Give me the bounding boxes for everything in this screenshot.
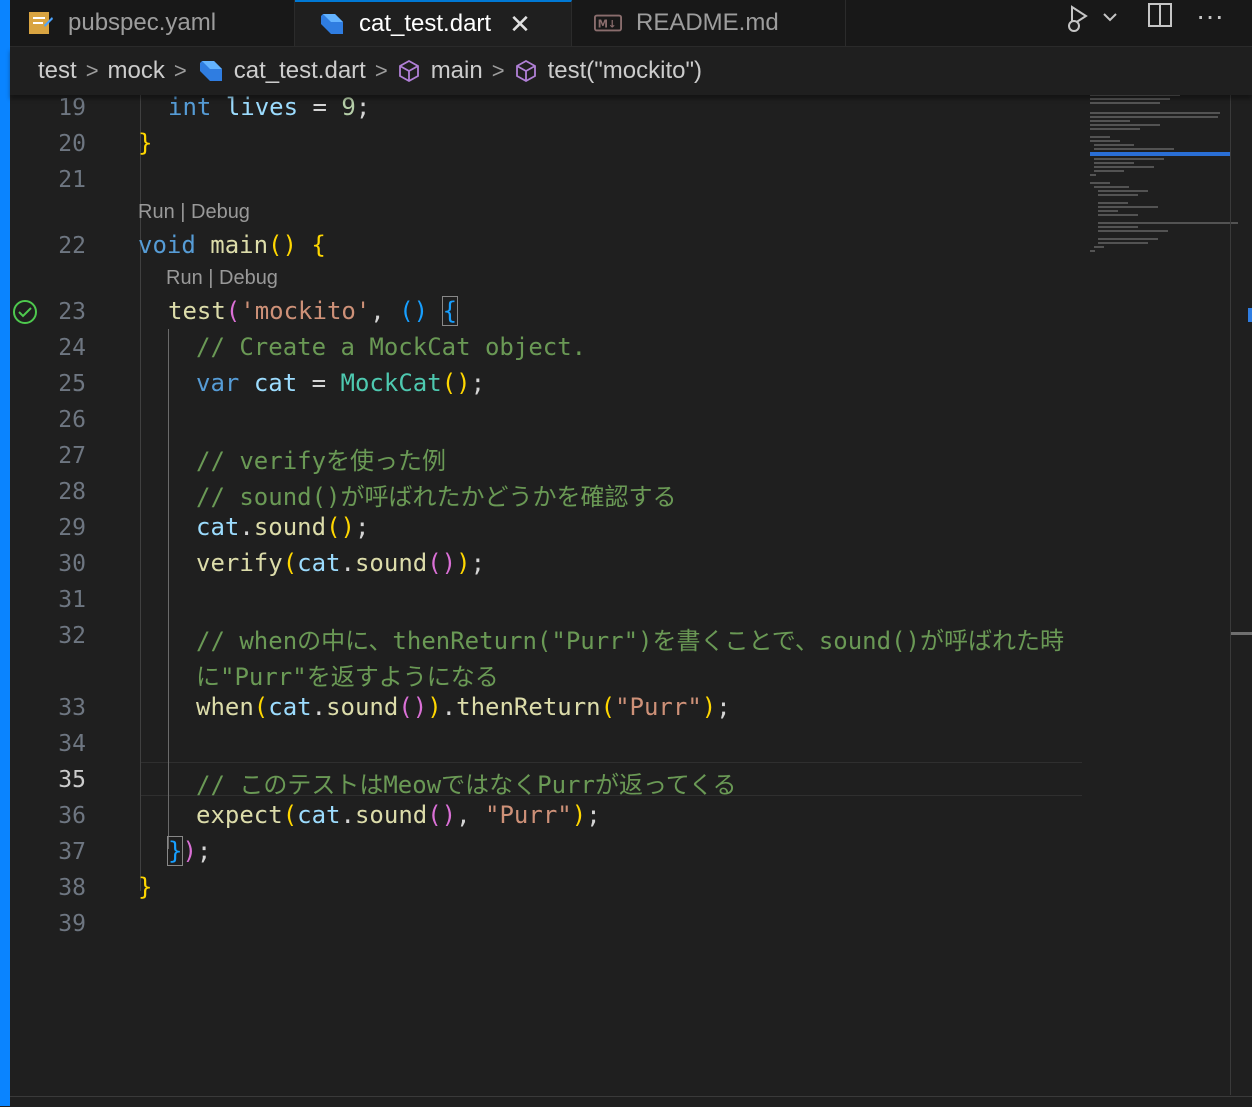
line-number: 33 [58,695,86,721]
breadcrumb-item-file[interactable]: cat_test.dart [196,57,366,85]
code-line: verify(cat.sound()); [196,549,486,577]
horizontal-scrollbar[interactable] [10,1096,1252,1107]
breadcrumb-item-test[interactable]: test [38,57,77,85]
tab-pubspec[interactable]: pubspec.yaml [10,0,295,46]
codelens-run-debug[interactable]: Run | Debug [138,201,250,224]
code-line: } [138,129,153,157]
line-number: 20 [58,131,86,157]
scrollbar-thumb[interactable] [1231,632,1252,635]
tab-cat-test[interactable]: cat_test.dart ✕ [295,0,572,46]
code-comment: // verifyを使った例 [196,447,447,475]
dart-file-icon [317,10,345,38]
chevron-down-icon[interactable] [1100,6,1120,34]
code-line: when(cat.sound()).thenReturn("Purr"); [196,693,731,721]
breadcrumb-item-mock[interactable]: mock [108,57,165,85]
code-line: var cat = MockCat(); [196,369,486,397]
line-number: 25 [58,371,86,397]
code-line: cat.sound(); [196,513,370,541]
markdown-file-icon: M↓ [594,9,622,37]
line-number: 21 [58,167,86,193]
code-comment: に"Purr"を返すようになる [196,663,499,691]
vertical-scrollbar[interactable] [1230,95,1231,1095]
code-line: } [138,873,153,901]
code-comment: // sound()が呼ばれたかどうかを確認する [196,483,677,511]
scrollbar-cursor-marker [1248,308,1252,322]
tab-label: cat_test.dart [359,10,492,37]
line-number: 36 [58,803,86,829]
line-number: 27 [58,443,86,469]
breadcrumb-separator: > [85,58,99,83]
code-comment: // Create a MockCat object. [196,333,587,361]
line-number: 31 [58,587,86,613]
method-cube-icon [398,59,419,83]
close-icon[interactable]: ✕ [509,9,531,40]
code-line: int lives = 9; [168,93,371,121]
code-line: expect(cat.sound(), "Purr"); [196,801,601,829]
breadcrumb-separator: > [491,58,505,83]
minimap[interactable] [1090,92,1238,262]
breadcrumb-separator: > [173,58,187,83]
line-number: 38 [58,875,86,901]
breadcrumb-item-main[interactable]: main [397,57,483,85]
line-number: 39 [58,911,86,937]
code-line: test('mockito', () { [168,296,459,326]
code-editor[interactable]: 19 20 21 22 23 24 25 26 27 28 29 30 31 3… [10,93,1230,1095]
code-comment: // このテストはMeowではなくPurrが返ってくる [196,771,737,799]
tab-label: pubspec.yaml [68,9,217,36]
yaml-file-icon [26,9,54,37]
code-comment: // whenの中に、thenReturn("Purr")を書くことで、soun… [196,627,1064,655]
run-debug-icon[interactable] [1062,4,1096,41]
breadcrumb-item-test-mockito[interactable]: test("mockito") [514,57,702,85]
split-editor-icon[interactable] [1146,2,1174,35]
more-actions-icon[interactable]: ··· [1196,0,1224,32]
tab-label: README.md [636,9,779,36]
line-number: 22 [58,233,86,259]
line-number-current: 35 [58,767,86,793]
line-number: 23 [58,299,86,325]
tab-readme[interactable]: M↓ README.md [572,0,846,46]
activity-accent-bar [0,0,10,1106]
method-cube-icon [515,59,536,83]
line-number: 37 [58,839,86,865]
line-number: 24 [58,335,86,361]
line-number: 30 [58,551,86,577]
line-number: 28 [58,479,86,505]
tab-bar: pubspec.yaml cat_test.dart ✕ M↓ README.m… [10,0,1252,47]
line-number: 26 [58,407,86,433]
line-number: 19 [58,95,86,121]
svg-text:M↓: M↓ [598,19,617,31]
line-number: 32 [58,623,86,649]
line-number: 34 [58,731,86,757]
code-line: void main() { [138,231,326,259]
dart-file-icon [199,61,222,81]
codelens-run-debug[interactable]: Run | Debug [166,267,278,290]
line-number: 29 [58,515,86,541]
indent-guide-active [168,329,169,849]
code-line: }); [166,836,212,866]
breadcrumb: test > mock > cat_test.dart > main > tes… [10,47,1252,95]
breadcrumb-separator: > [374,58,388,83]
